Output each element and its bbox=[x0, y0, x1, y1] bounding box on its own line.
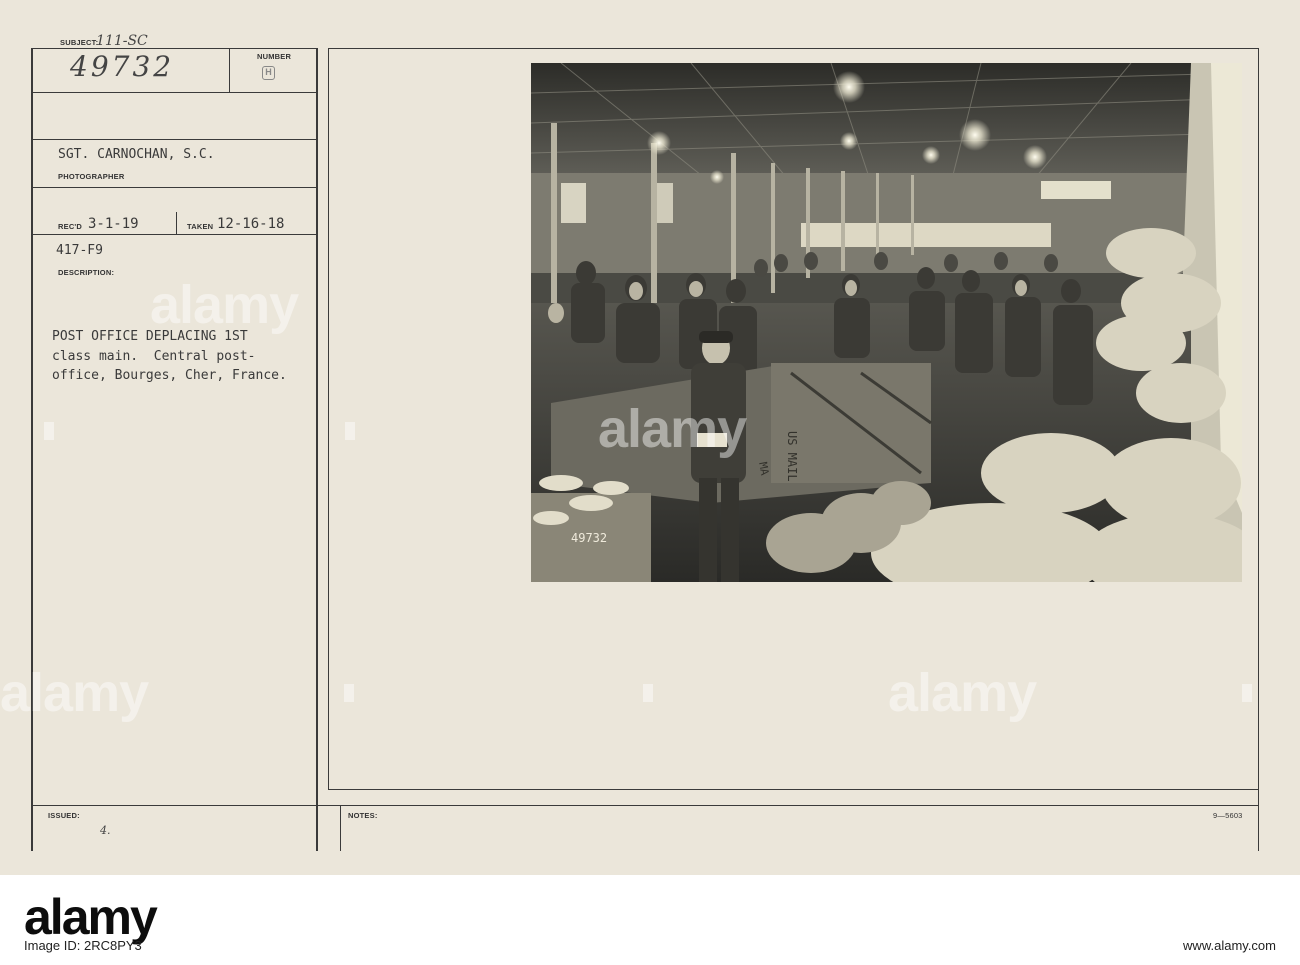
archive-card: SUBJECT: 111-SC 49732 NUMBER H SGT. CARN… bbox=[0, 0, 1300, 875]
subject-number: 49732 bbox=[70, 50, 175, 83]
image-id: Image ID: 2RC8PY3 bbox=[24, 938, 142, 953]
photo-scene bbox=[531, 63, 1242, 582]
rule-column-divider bbox=[316, 48, 318, 851]
rule-top-left bbox=[31, 48, 317, 49]
mail-sorting-photo: 49732 US MAIL MA bbox=[531, 63, 1242, 582]
watermark-dot bbox=[44, 422, 54, 440]
negative-number: 49732 bbox=[571, 531, 608, 545]
rule-left bbox=[31, 48, 33, 851]
watermark-bottom-left: alamy bbox=[0, 663, 149, 723]
taken-date: 12-16-18 bbox=[217, 216, 285, 232]
rule-h4 bbox=[31, 234, 317, 235]
rule-h3 bbox=[31, 187, 317, 188]
rule-recd-divider bbox=[176, 212, 177, 234]
watermark-dot bbox=[643, 684, 653, 702]
description-line-3: office, Bourges, Cher, France. bbox=[52, 368, 287, 383]
mailbag-stencil-2: MA bbox=[756, 461, 772, 477]
number-label: NUMBER bbox=[257, 52, 292, 61]
watermark-bottom-right: alamy bbox=[888, 663, 1037, 723]
frame-notes-divider bbox=[340, 805, 341, 851]
watermark-center: alamy bbox=[598, 399, 747, 459]
rule-number-divider bbox=[229, 48, 230, 92]
mailbag-stencil: US MAIL bbox=[785, 431, 799, 482]
photographer-label: PHOTOGRAPHER bbox=[58, 172, 125, 181]
file-code: 417-F9 bbox=[56, 243, 103, 258]
rule-bottom bbox=[31, 805, 1259, 806]
subject-label: SUBJECT: bbox=[60, 38, 99, 47]
issued-label: ISSUED: bbox=[48, 811, 80, 820]
description-label: DESCRIPTION: bbox=[58, 268, 115, 277]
form-number: 9—5603 bbox=[1213, 811, 1243, 820]
frame-right-right bbox=[1258, 48, 1259, 851]
number-stamp: H bbox=[262, 66, 275, 80]
notes-label: NOTES: bbox=[348, 811, 378, 820]
issued-mark: 4. bbox=[100, 824, 111, 837]
frame-right-top bbox=[328, 48, 1259, 49]
photographer-name: SGT. CARNOCHAN, S.C. bbox=[58, 147, 215, 162]
watermark-dot bbox=[345, 422, 355, 440]
rule-h1 bbox=[31, 92, 317, 93]
watermark-dot bbox=[1242, 684, 1252, 702]
watermark-top-left: alamy bbox=[150, 275, 299, 335]
recd-label: REC'D bbox=[58, 222, 83, 231]
site-link[interactable]: www.alamy.com bbox=[1183, 938, 1276, 953]
recd-date: 3-1-19 bbox=[88, 216, 139, 232]
rule-h2 bbox=[31, 139, 317, 140]
description-line-2: class main. Central post- bbox=[52, 349, 256, 364]
footer-bar bbox=[0, 875, 1300, 965]
frame-right-left bbox=[328, 48, 329, 790]
watermark-dot bbox=[344, 684, 354, 702]
frame-right-bottom bbox=[328, 789, 1259, 790]
subject-code: 111-SC bbox=[96, 33, 148, 49]
taken-label: TAKEN bbox=[187, 222, 214, 231]
